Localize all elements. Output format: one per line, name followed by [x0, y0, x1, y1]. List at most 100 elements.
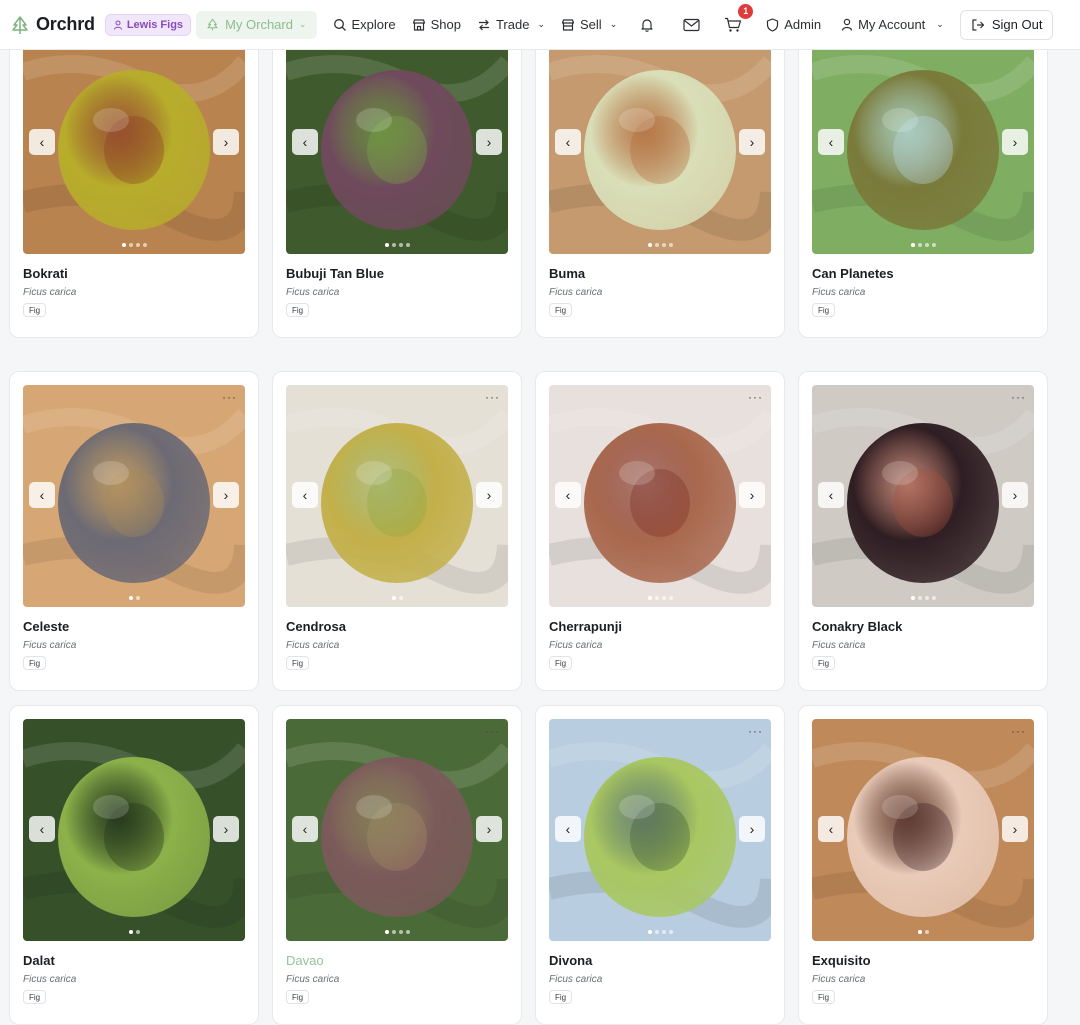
carousel-dot[interactable]	[398, 930, 403, 934]
carousel-dot[interactable]	[142, 243, 147, 247]
carousel-dot[interactable]	[135, 930, 140, 934]
fig-card[interactable]: ··· ‹ › Conakry Black Ficus carica Fig	[798, 371, 1048, 691]
carousel-dot[interactable]	[917, 930, 922, 934]
my-account-dropdown[interactable]: My Account ⌄	[831, 10, 954, 40]
carousel-dot[interactable]	[654, 243, 659, 247]
carousel-dot[interactable]	[398, 596, 403, 600]
chevron-right-icon[interactable]: ›	[1002, 482, 1028, 508]
fig-photo[interactable]: ··· ‹ ›	[549, 719, 771, 941]
fig-name[interactable]: Buma	[549, 266, 585, 281]
user-pill[interactable]: Lewis Figs	[104, 13, 192, 36]
fig-name[interactable]: Divona	[549, 953, 592, 968]
messages-button[interactable]	[669, 10, 714, 40]
fig-name[interactable]: Cendrosa	[286, 619, 346, 634]
more-options-icon[interactable]: ···	[1011, 391, 1026, 403]
fig-card[interactable]: ··· ‹ › Cherrapunji Ficus carica Fig	[535, 371, 785, 691]
sign-out-button[interactable]: Sign Out	[959, 9, 1054, 40]
fig-photo[interactable]: ··· ‹ ›	[549, 385, 771, 607]
carousel-dot[interactable]	[910, 243, 915, 247]
fig-card[interactable]: ··· ‹ › Exquisito Ficus carica Fig	[798, 705, 1048, 1025]
notifications-button[interactable]	[625, 10, 669, 40]
carousel-dot[interactable]	[128, 930, 133, 934]
carousel-dot[interactable]	[924, 596, 929, 600]
fig-name[interactable]: Celeste	[23, 619, 69, 634]
fig-photo[interactable]: ···‹›	[549, 32, 771, 254]
more-options-icon[interactable]: ···	[222, 725, 237, 737]
fig-card[interactable]: ···‹›BokratiFicus caricaFig	[9, 18, 259, 338]
carousel-dot[interactable]	[647, 243, 652, 247]
carousel-dot[interactable]	[128, 243, 133, 247]
carousel-dot[interactable]	[135, 243, 140, 247]
fig-card[interactable]: ···‹›Can PlanetesFicus caricaFig	[798, 18, 1048, 338]
nav-explore[interactable]: Explore	[325, 10, 404, 40]
fig-photo[interactable]: ···‹›	[23, 385, 245, 607]
chevron-left-icon[interactable]: ‹	[818, 129, 844, 155]
more-options-icon[interactable]: ···	[748, 725, 763, 737]
nav-shop[interactable]: Shop	[404, 10, 469, 40]
chevron-right-icon[interactable]: ›	[1002, 816, 1028, 842]
brand-logo[interactable]: Orchrd	[10, 14, 95, 35]
carousel-dot[interactable]	[647, 596, 652, 600]
nav-sell[interactable]: Sell ⌄	[553, 10, 625, 40]
chevron-right-icon[interactable]: ›	[739, 816, 765, 842]
more-options-icon[interactable]: ···	[485, 725, 500, 737]
fig-card[interactable]: ···‹›BumaFicus caricaFig	[535, 18, 785, 338]
carousel-dot[interactable]	[668, 596, 673, 600]
chevron-left-icon[interactable]: ‹	[292, 482, 318, 508]
fig-card[interactable]: ··· ‹ › Cendrosa Ficus carica Fig	[272, 371, 522, 691]
fig-name[interactable]: Bubuji Tan Blue	[286, 266, 384, 281]
fig-card[interactable]: ···‹›Bubuji Tan BlueFicus caricaFig	[272, 18, 522, 338]
fig-photo[interactable]: ···‹›	[286, 32, 508, 254]
carousel-dot[interactable]	[135, 596, 140, 600]
fig-card[interactable]: ··· ‹ › Dalat Ficus carica Fig	[9, 705, 259, 1025]
more-options-icon[interactable]: ···	[485, 391, 500, 403]
fig-photo[interactable]: ··· ‹ ›	[286, 385, 508, 607]
carousel-dot[interactable]	[917, 243, 922, 247]
chevron-right-icon[interactable]: ›	[213, 482, 239, 508]
chevron-left-icon[interactable]: ‹	[555, 482, 581, 508]
carousel-dot[interactable]	[405, 930, 410, 934]
carousel-dot[interactable]	[391, 596, 396, 600]
nav-admin[interactable]: Admin	[756, 10, 831, 40]
fig-name[interactable]: Cherrapunji	[549, 619, 622, 634]
carousel-dot[interactable]	[391, 930, 396, 934]
chevron-left-icon[interactable]: ‹	[292, 129, 318, 155]
fig-card[interactable]: ··· ‹ › Celeste Ficus carica Fig	[9, 371, 259, 691]
chevron-left-icon[interactable]: ‹	[555, 816, 581, 842]
carousel-dot[interactable]	[654, 930, 659, 934]
carousel-dot[interactable]	[384, 930, 389, 934]
carousel-dot[interactable]	[924, 930, 929, 934]
more-options-icon[interactable]: ···	[222, 391, 237, 403]
fig-card[interactable]: ··· ‹ › Divona Ficus carica Fig	[535, 705, 785, 1025]
chevron-right-icon[interactable]: ›	[213, 816, 239, 842]
fig-photo[interactable]: ···‹›	[23, 32, 245, 254]
carousel-dot[interactable]	[647, 930, 652, 934]
carousel-dot[interactable]	[910, 596, 915, 600]
more-options-icon[interactable]: ···	[1011, 725, 1026, 737]
carousel-dot[interactable]	[924, 243, 929, 247]
fig-name[interactable]: Dalat	[23, 953, 55, 968]
more-options-icon[interactable]: ···	[748, 391, 763, 403]
chevron-left-icon[interactable]: ‹	[29, 816, 55, 842]
carousel-dot[interactable]	[384, 243, 389, 247]
carousel-dot[interactable]	[661, 243, 666, 247]
chevron-left-icon[interactable]: ‹	[292, 816, 318, 842]
carousel-dot[interactable]	[668, 243, 673, 247]
carousel-dot[interactable]	[128, 596, 133, 600]
chevron-left-icon[interactable]: ‹	[555, 129, 581, 155]
carousel-dot[interactable]	[931, 596, 936, 600]
chevron-right-icon[interactable]: ›	[1002, 129, 1028, 155]
fig-card[interactable]: ··· ‹ › Davao Ficus carica Fig	[272, 705, 522, 1025]
fig-name[interactable]: Exquisito	[812, 953, 871, 968]
chevron-right-icon[interactable]: ›	[739, 482, 765, 508]
fig-photo[interactable]: ··· ‹ ›	[23, 719, 245, 941]
chevron-right-icon[interactable]: ›	[213, 129, 239, 155]
fig-photo[interactable]: ···‹›	[286, 719, 508, 941]
carousel-dot[interactable]	[121, 243, 126, 247]
carousel-dot[interactable]	[931, 243, 936, 247]
chevron-left-icon[interactable]: ‹	[818, 816, 844, 842]
chevron-left-icon[interactable]: ‹	[818, 482, 844, 508]
fig-name[interactable]: Davao	[286, 953, 324, 968]
chevron-right-icon[interactable]: ›	[476, 482, 502, 508]
carousel-dot[interactable]	[391, 243, 396, 247]
